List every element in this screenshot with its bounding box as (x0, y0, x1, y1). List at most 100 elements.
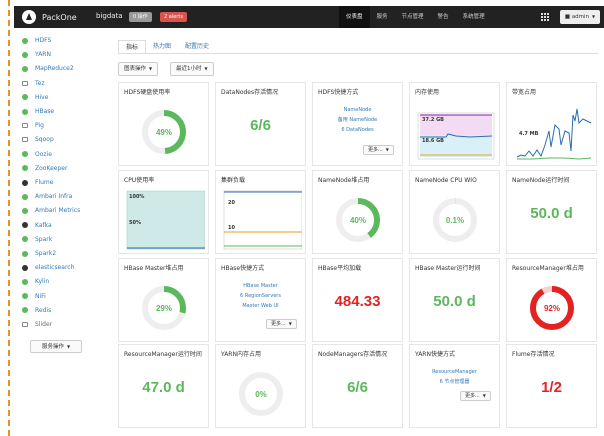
widget-title: YARN内存占用 (221, 351, 261, 358)
sidebar-item-ambari-infra[interactable]: Ambari Infra (20, 190, 110, 203)
sidebar-item-label: elasticsearch (35, 264, 75, 272)
sidebar-item-label: Slider (35, 321, 53, 328)
widget-title: HBase快捷方式 (221, 265, 265, 272)
link-namenode[interactable]: NameNode (313, 105, 402, 115)
widget-memory-usage[interactable]: 内存使用 37.2 GB 18.6 GB (409, 82, 500, 166)
operations-badge[interactable]: 0 操作 (129, 12, 152, 22)
sidebar-item-redis[interactable]: Redis (20, 304, 110, 317)
sidebar-item-label: Sqoop (35, 136, 54, 144)
client-only-icon (22, 123, 28, 129)
nav-services[interactable]: 服务 (370, 6, 395, 28)
widget-hdfs-disk-usage[interactable]: HDFS硬盘使用率 49% (118, 82, 209, 166)
brand[interactable]: PackOne (22, 9, 77, 25)
widget-hbase-avg-load[interactable]: HBase平均加载 484.33 (312, 258, 403, 342)
cluster-load-chart-svg (223, 190, 303, 250)
sidebar-item-label: Hive (35, 93, 49, 101)
memory-chart: 37.2 GB 18.6 GB (416, 103, 496, 161)
cluster-name[interactable]: bigdata (96, 12, 123, 20)
sidebar-item-spark2[interactable]: Spark2 (20, 247, 110, 260)
sidebar-item-zookeeper[interactable]: ZooKeeper (20, 162, 110, 175)
widget-cluster-load[interactable]: 集群负载 20 10 (215, 170, 306, 254)
gauge-value: 0% (255, 389, 267, 399)
widget-title: HDFS硬盘使用率 (124, 89, 171, 96)
link-master-web-ui[interactable]: Master Web UI (216, 301, 305, 311)
more-dropdown[interactable]: 更多... ▼ (363, 145, 394, 155)
chart-label: 4.7 MB (519, 131, 539, 137)
network-chart: 4.7 MB (513, 101, 593, 163)
widget-title: NameNode运行时间 (512, 177, 570, 184)
widget-cpu-usage[interactable]: CPU使用率 100% 50% (118, 170, 209, 254)
chevron-down-icon: ▼ (385, 147, 389, 152)
widget-network-usage[interactable]: 带宽占用 4.7 MB (506, 82, 597, 166)
service-actions-button[interactable]: 服务操作 ▼ (30, 340, 82, 353)
nav-hosts[interactable]: 节点管理 (395, 6, 431, 28)
sidebar-item-hdfs[interactable]: HDFS (20, 34, 110, 47)
nav-alerts[interactable]: 警告 (431, 6, 456, 28)
sidebar-item-oozie[interactable]: Oozie (20, 148, 110, 161)
sidebar-item-hbase[interactable]: HBase (20, 105, 110, 118)
sidebar-item-kylin[interactable]: Kylin (20, 275, 110, 288)
alerts-badge[interactable]: 2 alerts (160, 12, 187, 22)
widget-hbase-master-uptime[interactable]: HBase Master运行时间 50.0 d (409, 258, 500, 342)
widget-namenode-heap[interactable]: NameNode堆占用 40% (312, 170, 403, 254)
widget-resourcemanager-heap[interactable]: ResourceManager堆占用 92% (506, 258, 597, 342)
tab-heatmaps[interactable]: 热力图 (146, 40, 178, 54)
widget-datanodes-live[interactable]: DataNodes存活情况 6/6 (215, 82, 306, 166)
widget-yarn-memory[interactable]: YARN内存占用 0% (215, 344, 306, 428)
sidebar-item-tez[interactable]: Tez (20, 77, 110, 90)
status-ok-icon (22, 293, 28, 300)
widget-hbase-master-heap[interactable]: HBase Master堆占用 29% (118, 258, 209, 342)
sidebar-item-spark[interactable]: Spark (20, 233, 110, 246)
link-standby-namenode[interactable]: 备用 NameNode (313, 115, 402, 125)
sidebar-item-yarn[interactable]: YARN (20, 48, 110, 61)
gauge-value: 92% (543, 303, 560, 313)
sidebar-item-pig[interactable]: Pig (20, 119, 110, 132)
sidebar-item-slider[interactable]: Slider (20, 318, 110, 331)
chevron-down-icon: ▼ (592, 14, 596, 19)
tab-metrics[interactable]: 指标 (118, 40, 147, 54)
link-hbase-master[interactable]: HBase Master (216, 281, 305, 291)
page-left-edge-marker (0, 0, 10, 436)
link-regionservers[interactable]: 6 RegionServers (216, 291, 305, 301)
sidebar-item-ambari-metrics[interactable]: Ambari Metrics (20, 204, 110, 217)
widget-hdfs-links: HDFS快捷方式 NameNode 备用 NameNode 6 DataNode… (312, 82, 403, 166)
nav-dashboard[interactable]: 仪表盘 (339, 6, 370, 28)
more-dropdown[interactable]: 更多... ▼ (266, 319, 297, 329)
widget-namenode-cpu-wio[interactable]: NameNode CPU WIO 0.1% (409, 170, 500, 254)
sidebar-item-mapreduce2[interactable]: MapReduce2 (20, 62, 110, 75)
status-stopped-icon (22, 222, 28, 229)
sidebar-item-label: HBase (35, 108, 55, 115)
widget-nodemanagers-live[interactable]: NodeManagers存活情况 6/6 (312, 344, 403, 428)
user-menu-button[interactable]: ■ admin ▼ (560, 10, 600, 24)
sidebar-item-kafka[interactable]: Kafka (20, 219, 110, 232)
sidebar-item-sqoop[interactable]: Sqoop (20, 133, 110, 146)
chart-label-top: 20 (228, 200, 235, 206)
link-nodemanagers[interactable]: 6 节点管理器 (410, 377, 499, 387)
tab-config-history[interactable]: 配置历史 (178, 40, 216, 54)
sidebar-item-nifi[interactable]: NiFi (20, 290, 110, 303)
more-dropdown[interactable]: 更多... ▼ (460, 391, 491, 401)
sidebar-item-elasticsearch[interactable]: elasticsearch (20, 261, 110, 274)
widget-hbase-links: HBase快捷方式 HBase Master 6 RegionServers M… (215, 258, 306, 342)
widget-namenode-uptime[interactable]: NameNode运行时间 50.0 d (506, 170, 597, 254)
widget-title: 集群负载 (221, 177, 246, 184)
chevron-down-icon: ▼ (482, 393, 486, 398)
nav-admin[interactable]: 系统管理 (456, 6, 492, 28)
sidebar-item-hive[interactable]: Hive (20, 91, 110, 104)
widget-title: HBase Master运行时间 (415, 265, 481, 272)
namenode-heap-gauge: 40% (333, 195, 383, 245)
service-sidebar: HDFS YARN MapReduce2 Tez Hive HBase Pig Sqoop Oo… (20, 34, 110, 390)
link-datanodes[interactable]: 6 DataNodes (313, 125, 402, 135)
metric-actions-dropdown[interactable]: 图表操作 ▼ (118, 62, 159, 76)
packone-logo-icon (22, 10, 36, 24)
link-resourcemanager[interactable]: ResourceManager (410, 367, 499, 377)
apps-grid-icon[interactable] (541, 13, 549, 21)
status-ok-icon (22, 307, 28, 314)
widget-flume-live[interactable]: Flume存活情况 1/2 (506, 344, 597, 428)
widget-resourcemanager-uptime[interactable]: ResourceManager运行时间 47.0 d (118, 344, 209, 428)
widget-title: NameNode CPU WIO (415, 177, 477, 184)
link-list: NameNode 备用 NameNode 6 DataNodes (313, 105, 402, 135)
time-range-dropdown[interactable]: 最近1小时 ▼ (170, 62, 214, 76)
status-stopped-icon (22, 179, 28, 186)
sidebar-item-flume[interactable]: Flume (20, 176, 110, 189)
